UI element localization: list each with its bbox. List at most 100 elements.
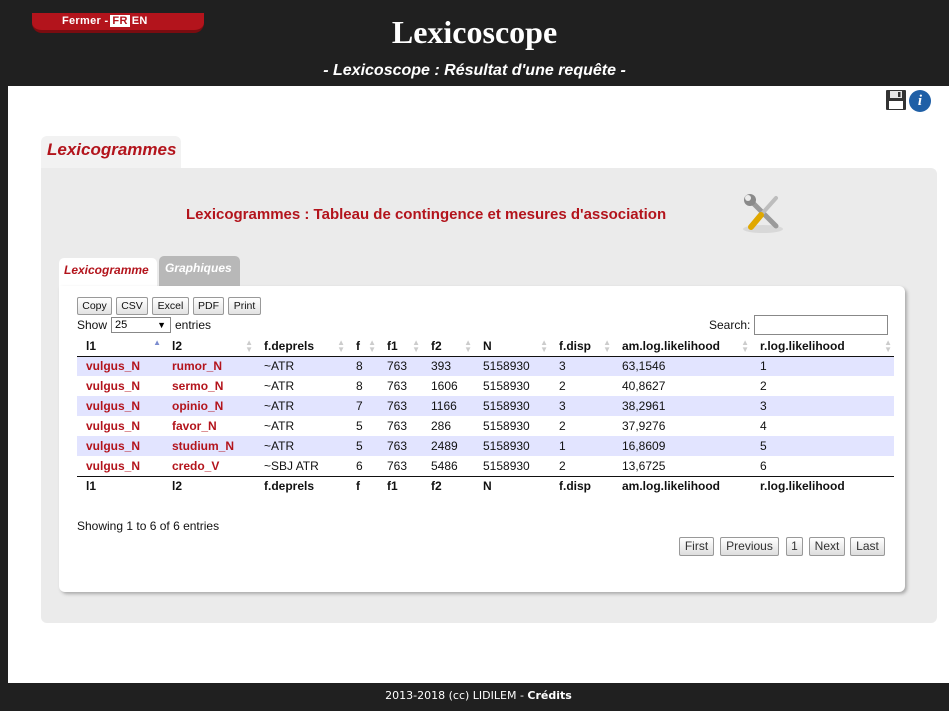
tab-lexicogramme[interactable]: Lexicogramme [59,258,157,286]
cell-n: 5158930 [483,379,530,393]
sort-asc-icon[interactable]: ▲ [153,339,161,347]
cell-f-deprels: ~ATR [255,356,347,376]
sort-icon[interactable]: ▲ ▼ [337,339,345,354]
table-info: Showing 1 to 6 of 6 entries [77,519,220,533]
credits-link[interactable]: Crédits [527,689,571,702]
cell-r-log-likelihood: 2 [760,379,767,393]
cell-f-disp: 2 [559,379,566,393]
sort-icon[interactable]: ▲ ▼ [464,339,472,354]
print-button[interactable]: Print [228,297,261,315]
excel-button[interactable]: Excel [152,297,189,315]
cell-am-log-likelihood: 40,8627 [622,379,666,393]
cell-l1[interactable]: vulgus_N [77,416,163,436]
cell-f-deprels: ~ATR [264,419,295,433]
footer-header: f.deprels [255,475,347,495]
column-header[interactable]: l2 ▲ ▼ [163,337,255,357]
last-page-button[interactable]: Last [850,537,885,556]
cell-l1[interactable]: vulgus_N [77,456,163,476]
cell-f-disp: 1 [550,436,613,456]
column-header[interactable]: l1 ▲ [77,337,163,357]
cell-f: 8 [347,356,378,376]
column-header-label[interactable]: N [483,339,492,353]
column-header[interactable]: r.log.likelihood ▲ ▼ [751,337,894,357]
page-1-button[interactable]: 1 [786,537,803,556]
cell-l1[interactable]: vulgus_N [77,396,163,416]
cell-r-log-likelihood: 1 [751,356,894,376]
entries-select[interactable]: 25 ▼ [111,317,171,333]
cell-l2[interactable]: favor_N [163,416,255,436]
search-input[interactable] [754,315,888,335]
cell-l1[interactable]: vulgus_N [77,376,163,396]
column-header[interactable]: f.deprels ▲ ▼ [255,337,347,357]
cell-f2: 1606 [431,379,458,393]
cell-f2: 1166 [422,396,474,416]
results-table: l1 ▲ l2 ▲ ▼ f.deprels ▲ ▼ f ▲ ▼ f1 ▲ ▼ f2 ▲ ▼ N ▲ ▼ f… [77,337,894,495]
tab-graphiques[interactable]: Graphiques [159,256,240,286]
column-header[interactable]: f.disp ▲ ▼ [550,337,613,357]
cell-l2[interactable]: rumor_N [163,356,255,376]
column-header-label[interactable]: f [356,339,360,353]
table-header-row: l1 ▲ l2 ▲ ▼ f.deprels ▲ ▼ f ▲ ▼ f1 ▲ ▼ f2 ▲ ▼ N ▲ ▼ f… [77,337,894,357]
chevron-down-icon[interactable]: ▼ [157,318,166,332]
cell-l1[interactable]: vulgus_N [77,436,163,456]
column-header-label[interactable]: f2 [431,339,442,353]
sort-icon[interactable]: ▲ ▼ [603,339,611,354]
cell-f1: 763 [378,356,422,376]
next-page-button[interactable]: Next [809,537,845,556]
column-header[interactable]: N ▲ ▼ [474,337,550,357]
column-header-label[interactable]: f1 [387,339,398,353]
copy-button[interactable]: Copy [77,297,112,315]
column-header[interactable]: am.log.likelihood ▲ ▼ [613,337,751,357]
show-label: Show [77,318,108,332]
column-header[interactable]: f1 ▲ ▼ [378,337,422,357]
footer-header: N [474,475,550,495]
info-icon[interactable]: i [909,90,931,112]
column-header-label[interactable]: l2 [172,339,182,353]
cell-r-log-likelihood: 5 [751,436,894,456]
sort-icon[interactable]: ▲ ▼ [412,339,420,354]
entries-label: entries [175,318,212,332]
footer-header: f2 [422,475,474,495]
cell-l2[interactable]: sermo_N [163,376,255,396]
sort-icon[interactable]: ▲ ▼ [741,339,749,354]
sort-icon[interactable]: ▲ ▼ [368,339,376,354]
sort-icon[interactable]: ▲ ▼ [884,339,892,354]
column-header-label[interactable]: r.log.likelihood [760,339,845,353]
cell-n: 5158930 [474,356,550,376]
cell-am-log-likelihood: 16,8609 [613,436,751,456]
cell-n: 5158930 [483,458,530,473]
first-page-button[interactable]: First [679,537,714,556]
table-row: vulgus_N opinio_N ~ATR 7 763 1166 515893… [77,396,894,416]
cell-l2[interactable]: studium_N [163,436,255,456]
footer-header: f [347,475,378,495]
cell-f2: 393 [422,356,474,376]
footer: 2013-2018 (cc) LIDILEM - Crédits [8,683,949,711]
column-header-label[interactable]: f.deprels [264,339,314,353]
column-header-label[interactable]: f.disp [559,339,591,353]
sort-icon[interactable]: ▲ ▼ [245,339,253,354]
save-icon[interactable] [886,90,906,110]
app-title: Lexicoscope [391,14,558,50]
cell-l2[interactable]: credo_V [163,456,255,476]
cell-f2: 5486 [431,458,458,473]
column-header-label[interactable]: l1 [86,339,96,353]
column-header[interactable]: f ▲ ▼ [347,337,378,357]
cell-f1: 763 [387,458,408,473]
entries-select-value[interactable]: 25 [115,319,127,331]
previous-page-button[interactable]: Previous [720,537,779,556]
tab-lexicogrammes[interactable]: Lexicogrammes [41,136,181,168]
pdf-button[interactable]: PDF [193,297,224,315]
cell-f: 7 [347,396,378,416]
cell-l2[interactable]: opinio_N [163,396,255,416]
csv-button[interactable]: CSV [116,297,148,315]
column-header-label[interactable]: am.log.likelihood [622,339,720,353]
sort-icon[interactable]: ▲ ▼ [540,339,548,354]
cell-r-log-likelihood: 6 [760,458,767,473]
column-header[interactable]: f2 ▲ ▼ [422,337,474,357]
tools-icon[interactable] [740,192,786,234]
cell-f1: 763 [387,379,408,393]
cell-l1[interactable]: vulgus_N [77,356,163,376]
cell-f-disp: 3 [550,396,613,416]
cell-n: 5158930 [483,419,530,433]
cell-f1: 763 [387,419,408,433]
